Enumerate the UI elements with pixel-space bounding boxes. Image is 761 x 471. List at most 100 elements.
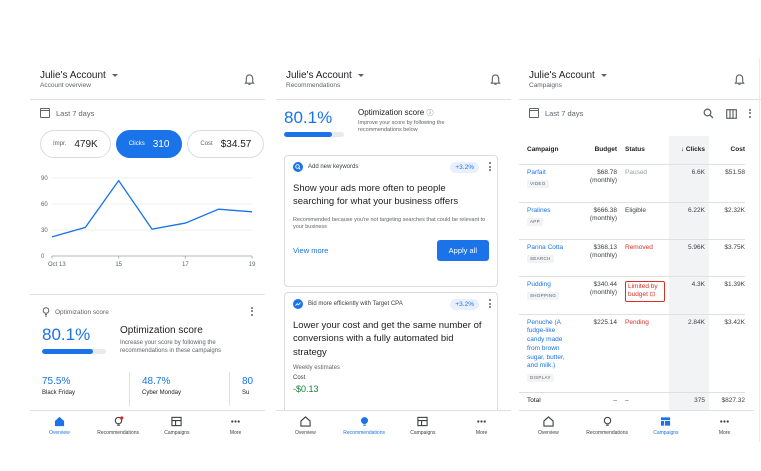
campaigns-icon [661, 417, 671, 426]
col-cost[interactable]: Cost [709, 136, 745, 165]
nav-campaigns[interactable]: Campaigns [637, 411, 696, 442]
nav-more[interactable]: More [452, 411, 511, 442]
nav-more[interactable]: More [695, 411, 754, 442]
more-vert-icon[interactable] [489, 162, 491, 173]
app-header: Julie's Account Campaigns [519, 58, 761, 100]
campaign-type-tag: APP [527, 218, 543, 227]
campaign-type-tag: SEARCH [527, 255, 554, 264]
bell-icon[interactable] [244, 74, 255, 86]
optimization-description: Improve your score by following the reco… [358, 120, 445, 134]
nav-overview[interactable]: Overview [519, 411, 578, 442]
bell-icon[interactable] [734, 74, 745, 86]
status-cell: Paused [621, 164, 669, 203]
columns-icon[interactable] [726, 108, 737, 119]
x-tick-label: 19 [249, 262, 256, 268]
optimization-section-header: Optimization score [30, 303, 265, 321]
nav-campaigns[interactable]: Campaigns [394, 411, 453, 442]
lightbulb-icon [603, 416, 611, 426]
view-more-link[interactable]: View more [293, 246, 328, 255]
campaign-name[interactable]: Parfait [527, 169, 573, 178]
screen-divider [759, 58, 760, 442]
pill-impressions[interactable]: Impr. 479K [40, 130, 111, 158]
more-horiz-icon [477, 420, 486, 423]
score-card[interactable]: 75.5% Black Friday [30, 372, 130, 406]
table-row[interactable]: Pralines APP $666.38 (monthly) Eligible 6… [519, 202, 745, 240]
table-row[interactable]: Parfait VIDEO $68.78 (monthly) Paused 6.6… [519, 164, 745, 203]
table-row[interactable]: Pudding SHOPPING $340.44 (monthly) Limite… [519, 276, 745, 315]
campaign-name[interactable]: Pudding [527, 281, 573, 290]
optimization-title: Optimization score ⓘ [358, 108, 434, 117]
y-tick-label: 60 [41, 202, 48, 208]
campaign-name[interactable]: Penuche (A fudge-like candy made from br… [527, 319, 573, 372]
budget-cell: $368.13 (monthly) [577, 239, 621, 277]
optimization-percent: 80.1% [284, 108, 333, 127]
account-selector[interactable]: Julie's Account [286, 70, 511, 81]
search-icon[interactable] [703, 108, 714, 119]
pill-cost[interactable]: Cost $34.57 [187, 130, 265, 158]
campaign-score-cards: 75.5% Black Friday 48.7% Cyber Monday 80 Su [30, 372, 265, 406]
cost-value: -$0.13 [293, 383, 319, 394]
nav-recommendations[interactable]: Recommendations [578, 411, 637, 442]
date-range-selector[interactable]: Last 7 days [30, 100, 265, 126]
nav-overview[interactable]: Overview [30, 411, 89, 442]
screen-account-overview: Julie's Account Account overview Last 7 … [30, 58, 265, 442]
score-card[interactable]: 48.7% Cyber Monday [130, 372, 230, 406]
campaign-name[interactable]: Pralines [527, 207, 573, 216]
lightbulb-icon [360, 417, 368, 426]
optimization-bar-fill [284, 132, 333, 137]
more-vert-icon[interactable] [489, 299, 491, 310]
campaign-name[interactable]: Panna Cotta [527, 244, 573, 253]
caret-down-icon [600, 74, 607, 77]
more-vert-icon[interactable] [251, 306, 253, 318]
home-icon [54, 416, 64, 427]
table-row[interactable]: Panna Cotta SEARCH $368.13 (monthly) Remo… [519, 239, 745, 277]
col-clicks[interactable]: ↓ Clicks [669, 136, 709, 165]
bottom-nav: Overview Recommendations Campaigns More [276, 410, 511, 442]
x-tick-label: 17 [182, 262, 189, 268]
more-vert-icon[interactable] [749, 108, 751, 119]
info-icon[interactable]: ⓘ [426, 110, 433, 117]
table-row[interactable]: Penuche (A fudge-like candy made from br… [519, 314, 745, 393]
nav-overview[interactable]: Overview [276, 411, 335, 442]
status-limited-badge[interactable]: Limited by budget ⊡ [625, 280, 665, 303]
nav-recommendations[interactable]: Recommendations [89, 411, 148, 442]
optimization-description: Increase your score by following the rec… [120, 340, 222, 355]
table-header-row: Campaign Budget Status ↓ Clicks Cost [519, 136, 745, 165]
campaign-type-tag: VIDEO [527, 180, 549, 189]
pill-clicks[interactable]: Clicks 310 [115, 130, 183, 158]
cost-cell: $3.42K [709, 314, 745, 393]
col-budget[interactable]: Budget [577, 136, 621, 165]
screen-campaigns: Julie's Account Campaigns Last 7 days Ca… [519, 58, 761, 442]
more-horiz-icon [231, 420, 240, 423]
table-toolbar [703, 108, 751, 119]
score-uplift-badge: +3.2% [450, 299, 479, 310]
account-selector[interactable]: Julie's Account [40, 70, 265, 81]
recommendation-card-header: Bid more efficiently with Target CPA +3.… [285, 293, 497, 315]
header-subtitle: Recommendations [286, 82, 341, 89]
campaigns-icon [171, 416, 183, 427]
clicks-line-chart: 0 30 60 90 Oct 13 15 17 19 [41, 176, 256, 268]
apply-all-button[interactable]: Apply all [436, 239, 489, 261]
y-tick-label: 90 [41, 176, 48, 182]
cost-cell: $3.75K [709, 239, 745, 277]
header-subtitle: Account overview [40, 82, 91, 89]
nav-more[interactable]: More [206, 411, 265, 442]
recommendation-title: Lower your cost and get the same number … [293, 320, 482, 358]
nav-recommendations[interactable]: Recommendations [335, 411, 394, 442]
x-tick-label: Oct 13 [48, 262, 66, 268]
weekly-estimates-label: Weekly estimates [293, 364, 340, 371]
optimization-percent: 80.1% [42, 325, 91, 344]
y-tick-label: 30 [41, 228, 48, 234]
lightbulb-icon [114, 416, 123, 426]
campaigns-table: Campaign Budget Status ↓ Clicks Cost Par… [519, 136, 745, 415]
clicks-cell: 5.96K [669, 239, 709, 277]
account-selector[interactable]: Julie's Account [529, 70, 761, 81]
recommendation-card-target-cpa[interactable]: Bid more efficiently with Target CPA +3.… [284, 292, 498, 422]
col-status[interactable]: Status [621, 136, 669, 165]
budget-cell: $666.38 (monthly) [577, 202, 621, 240]
bell-icon[interactable] [490, 74, 501, 86]
score-card[interactable]: 80 Su [230, 372, 265, 406]
nav-campaigns[interactable]: Campaigns [148, 411, 207, 442]
recommendation-card-keywords[interactable]: Add new keywords +3.2% Show your ads mor… [284, 155, 498, 287]
col-campaign[interactable]: Campaign [519, 136, 577, 165]
